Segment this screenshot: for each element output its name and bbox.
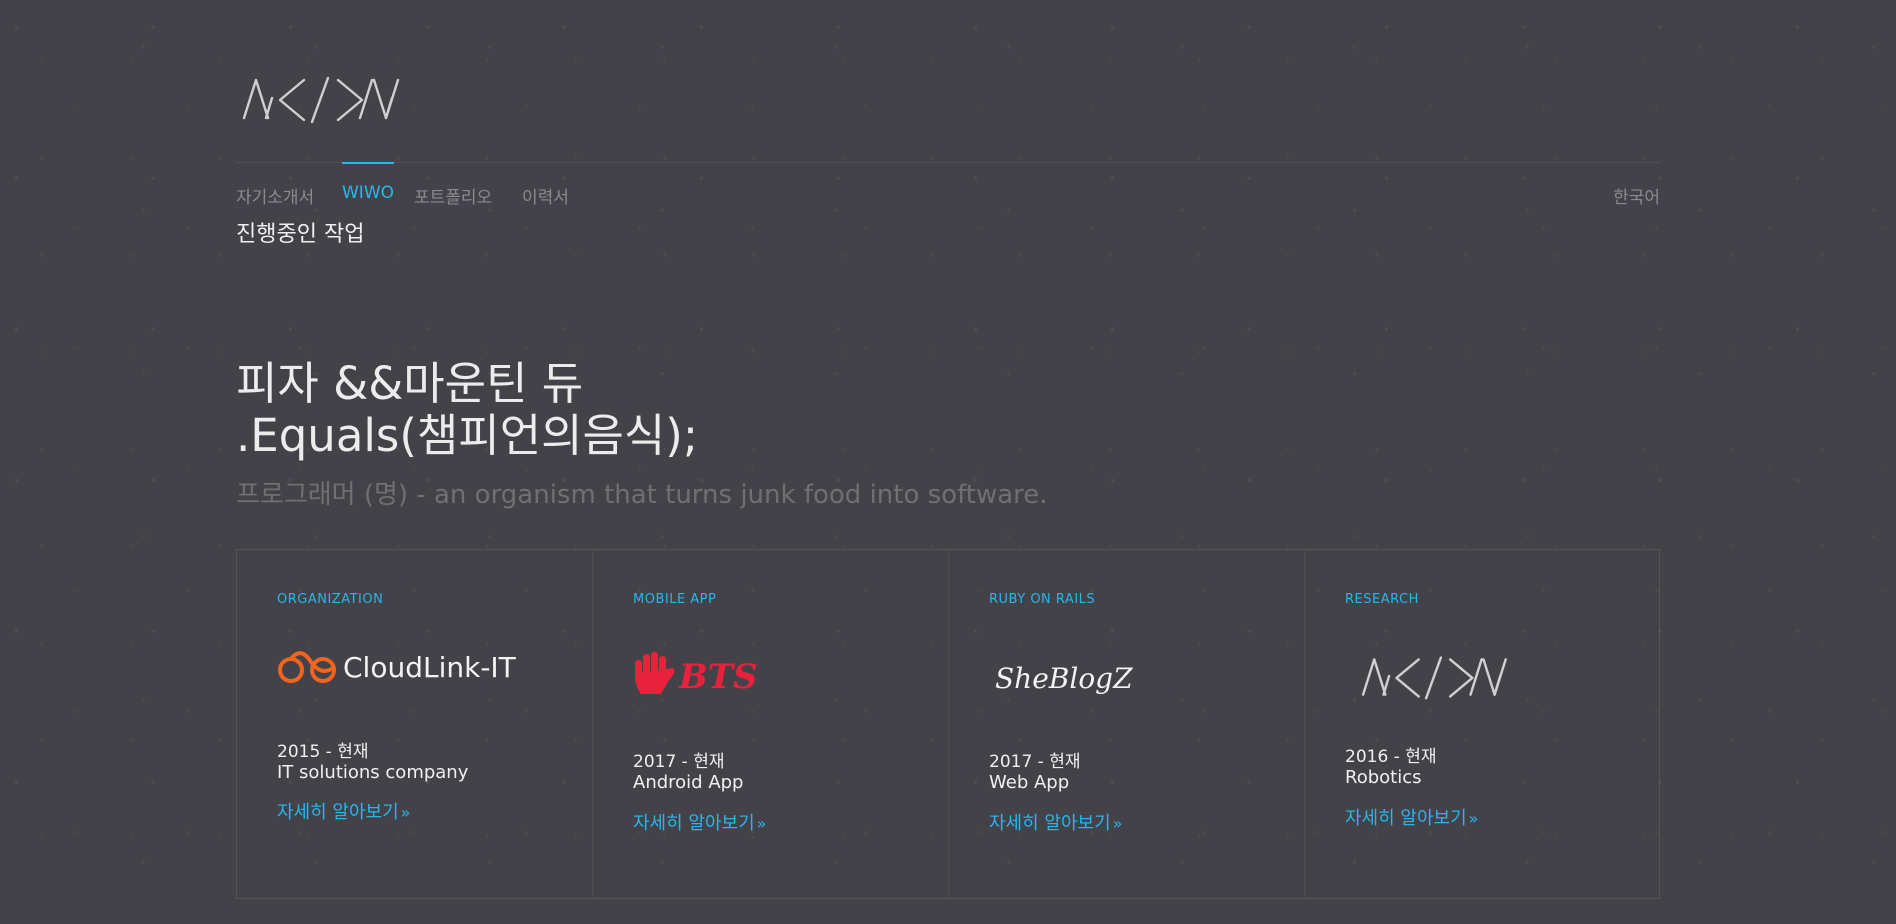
hero-title-line-2: .Equals(챔피언의음식); [236, 409, 699, 462]
double-chevron-right-icon: » [1112, 814, 1123, 833]
card-year: 2016 - 현재 [1345, 747, 1437, 767]
nxn-logo-icon [1361, 656, 1507, 700]
hero-subtitle: 프로그래머 (명) - an organism that turns junk … [236, 480, 1048, 510]
nav-item-portfolio[interactable]: 포트폴리오 [414, 183, 492, 208]
card-description: Robotics [1345, 767, 1422, 788]
hero-title-line-1: 피자 &&마운틴 듀 [236, 357, 584, 410]
card-description: IT solutions company [277, 762, 469, 783]
project-card-cloudlink: ORGANIZATION CloudLink-IT 2015 - 현재 IT s… [237, 550, 593, 898]
card-more-link[interactable]: 자세히 알아보기» [277, 798, 410, 824]
double-chevron-right-icon: » [756, 814, 767, 833]
nav-item-resume[interactable]: 이력서 [522, 183, 569, 208]
svg-text:CloudLink-IT: CloudLink-IT [343, 651, 517, 684]
card-description: Web App [989, 772, 1070, 793]
sheblogz-logo: SheBlogZ [995, 662, 1133, 695]
page-container: 자기소개서 WIWO 포트폴리오 이력서 한국어 진행중인 작업 피자 &&마운… [236, 0, 1660, 924]
nav-item-about[interactable]: 자기소개서 [236, 183, 314, 208]
card-category: RESEARCH [1345, 592, 1419, 607]
header-divider [236, 162, 1660, 163]
language-selector[interactable]: 한국어 [1613, 183, 1660, 208]
double-chevron-right-icon: » [1468, 809, 1479, 828]
card-more-link[interactable]: 자세히 알아보기» [1345, 804, 1478, 830]
cloudlink-it-logo: CloudLink-IT [277, 648, 537, 692]
card-category: RUBY ON RAILS [989, 592, 1096, 607]
bts-hand-logo: BTS [633, 650, 763, 700]
project-cards: ORGANIZATION CloudLink-IT 2015 - 현재 IT s… [236, 549, 1660, 899]
card-year: 2015 - 현재 [277, 742, 369, 762]
card-more-link[interactable]: 자세히 알아보기» [633, 809, 766, 835]
card-more-link-label: 자세히 알아보기 [989, 813, 1111, 834]
svg-text:BTS: BTS [678, 657, 758, 696]
card-year: 2017 - 현재 [633, 752, 725, 772]
card-description: Android App [633, 772, 744, 793]
card-more-link-label: 자세히 알아보기 [633, 813, 755, 834]
nav-item-wiwo[interactable]: WIWO [342, 183, 394, 203]
card-category: ORGANIZATION [277, 592, 384, 607]
nav-active-indicator [342, 162, 394, 164]
card-category: MOBILE APP [633, 592, 717, 607]
card-year: 2017 - 현재 [989, 752, 1081, 772]
card-more-link-label: 자세히 알아보기 [1345, 808, 1467, 829]
double-chevron-right-icon: » [400, 803, 411, 822]
hero-title: 피자 &&마운틴 듀 .Equals(챔피언의음식); [236, 358, 698, 462]
project-card-bts: MOBILE APP BTS 2017 - 현재 Android App 자세히… [593, 550, 949, 898]
project-card-sheblogz: RUBY ON RAILS SheBlogZ 2017 - 현재 Web App… [949, 550, 1305, 898]
card-more-link[interactable]: 자세히 알아보기» [989, 809, 1122, 835]
card-more-link-label: 자세히 알아보기 [277, 802, 399, 823]
project-card-research: RESEARCH 2016 - 현재 Robotics 자세히 알아보기» [1305, 550, 1659, 898]
page-subtitle: 진행중인 작업 [236, 222, 365, 247]
nxn-logo-icon[interactable] [242, 72, 438, 126]
